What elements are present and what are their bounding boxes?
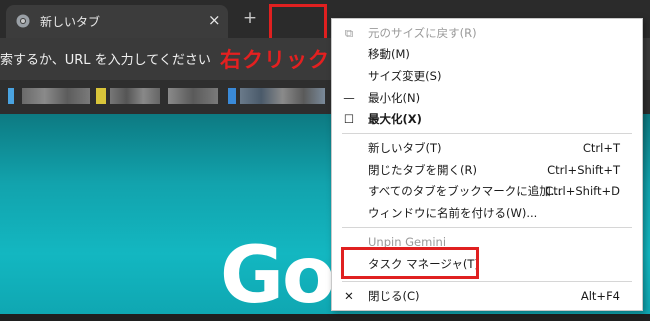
menu-separator [342, 227, 632, 228]
bookmark-item[interactable] [96, 88, 106, 104]
menu-item-shortcut: Ctrl+Shift+T [547, 163, 620, 177]
menu-item-shortcut: Ctrl+T [582, 141, 620, 155]
menu-item-move[interactable]: 移動(M) [332, 43, 642, 65]
annotation-highlight-task-manager [341, 247, 479, 279]
menu-item-label: 移動(M) [368, 47, 410, 61]
menu-item-label: すべてのタブをブックマークに追加... [368, 184, 562, 198]
menu-item-bookmark-all-tabs[interactable]: すべてのタブをブックマークに追加... Ctrl+Shift+D [332, 180, 642, 202]
menu-item-close[interactable]: ✕ 閉じる(C) Alt+F4 [332, 285, 642, 307]
menu-item-label: 閉じる(C) [368, 289, 420, 303]
bookmark-item[interactable] [22, 88, 90, 104]
menu-item-reopen-closed-tab[interactable]: 閉じたタブを開く(R) Ctrl+Shift+T [332, 159, 642, 181]
menu-item-label: 最大化(X) [368, 112, 422, 126]
menu-item-restore[interactable]: ⧉ 元のサイズに戻す(R) [332, 22, 642, 44]
bookmark-item[interactable] [240, 88, 325, 104]
close-icon: ✕ [344, 289, 354, 303]
menu-separator [342, 133, 632, 134]
tab-new-tab[interactable]: 新しいタブ × [6, 5, 228, 38]
maximize-icon: ☐ [343, 112, 355, 126]
menu-item-resize[interactable]: サイズ変更(S) [332, 65, 642, 87]
menu-item-minimize[interactable]: — 最小化(N) [332, 87, 642, 109]
tab-title: 新しいタブ [40, 15, 101, 29]
menu-item-maximize[interactable]: ☐ 最大化(X) [332, 108, 642, 130]
menu-item-label: 新しいタブ(T) [368, 141, 442, 155]
bookmark-item[interactable] [8, 88, 14, 104]
minimize-icon: — [343, 91, 355, 105]
menu-item-new-tab[interactable]: 新しいタブ(T) Ctrl+T [332, 137, 642, 159]
menu-item-label: サイズ変更(S) [368, 69, 442, 83]
menu-item-label: 最小化(N) [368, 91, 421, 105]
menu-item-name-window[interactable]: ウィンドウに名前を付ける(W)... [332, 202, 642, 224]
annotation-label: 右クリック [220, 48, 330, 72]
menu-separator [342, 281, 632, 282]
new-tab-button[interactable]: + [240, 8, 260, 28]
menu-item-label: ウィンドウに名前を付ける(W)... [368, 206, 538, 220]
bookmark-item[interactable] [228, 88, 236, 104]
bookmark-item[interactable] [168, 88, 218, 104]
menu-item-label: 閉じたタブを開く(R) [368, 163, 477, 177]
menu-item-label: 元のサイズに戻す(R) [368, 26, 477, 40]
menu-item-shortcut: Ctrl+Shift+D [545, 184, 620, 198]
chrome-icon [16, 14, 30, 28]
restore-icon: ⧉ [344, 26, 354, 40]
bookmark-item[interactable] [110, 88, 160, 104]
menu-item-shortcut: Alt+F4 [580, 289, 620, 303]
tab-close-icon[interactable]: × [208, 10, 221, 30]
omnibox-placeholder[interactable]: 索するか、URL を入力してください [0, 49, 211, 68]
